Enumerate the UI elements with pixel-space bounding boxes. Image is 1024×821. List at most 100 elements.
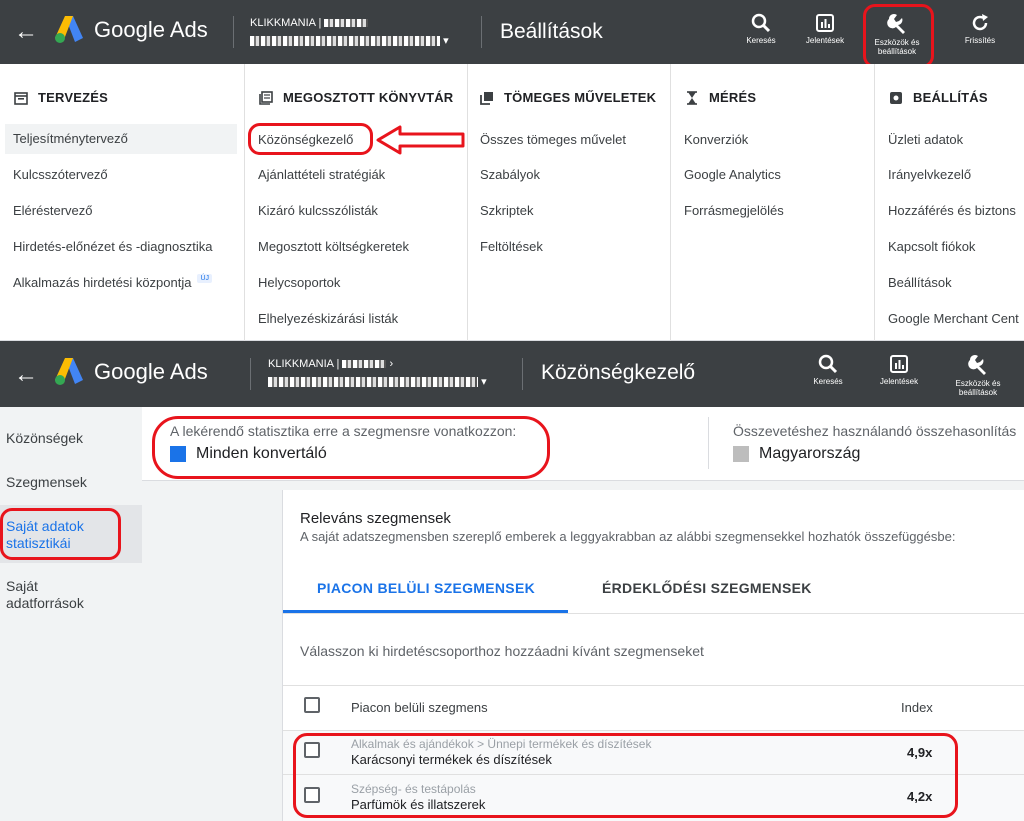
tool-label: Jelentések [879,377,919,386]
menu-item[interactable]: Üzleti adatok [888,132,963,147]
stat-segment-selector[interactable]: Minden konvertáló [170,445,327,463]
segment-color-swatch [170,446,186,462]
reports-icon [890,355,908,373]
sidebar-item-audiences[interactable]: Közönségek [6,430,83,447]
logo-text: Google Ads [94,359,208,384]
menu-item-audience-manager[interactable]: Közönségkezelő [258,132,353,147]
sidebar-item-own-data-insights[interactable]: Saját adatok statisztikái [6,518,106,552]
search-tool-button[interactable]: Keresés [731,13,791,45]
stat-segment-value: Minden konvertáló [196,445,327,462]
menu-item[interactable]: Kulcsszótervező [13,167,108,182]
menu-item[interactable]: Kizáró kulcsszólisták [258,203,378,218]
row-checkbox[interactable] [304,742,320,758]
sidebar-item-segments[interactable]: Szegmensek [6,474,87,491]
menu-column-setup: BEÁLLÍTÁS Üzleti adatok Irányelvkezelő H… [875,64,1024,341]
back-arrow-icon[interactable]: ← [14,20,38,44]
top-app-bar-audience-manager: ← Google Ads KLIKKMANIA | › ▾ Közönségke… [0,341,1024,407]
menu-item[interactable]: Kapcsolt fiókok [888,239,975,254]
menu-item[interactable]: Feltöltések [480,239,543,254]
wrench-icon [968,355,986,375]
column-header: TÖMEGES MŰVELETEK [480,90,656,105]
menu-item[interactable]: Teljesítménytervező [5,124,237,154]
search-icon [751,13,771,33]
menu-item[interactable]: Összes tömeges művelet [480,132,626,147]
hourglass-icon [687,90,697,105]
menu-item[interactable]: Hozzáférés és biztons [888,203,1016,218]
reports-tool-button[interactable]: Jelentések [795,13,855,45]
segment-index: 4,9x [907,745,933,760]
stat-segment-label: A lekérendő statisztika erre a szegmensr… [170,423,517,439]
column-header-text: MÉRÉS [709,90,757,105]
select-all-checkbox[interactable] [304,697,320,713]
google-ads-logo-icon [55,358,83,385]
account-selector[interactable]: KLIKKMANIA | ▾ [250,16,449,48]
stat-compare-value: Magyarország [759,445,861,462]
google-ads-logo[interactable]: Google Ads [54,358,208,386]
dropdown-arrow-icon: ▾ [481,376,487,388]
menu-item[interactable]: Forrásmegjelölés [684,203,784,218]
column-header: MEGOSZTOTT KÖNYVTÁR [259,90,453,105]
redacted-id [342,360,387,369]
segment-category: Szépség- és testápolás [351,782,476,796]
dropdown-arrow-icon: ▾ [443,35,449,47]
menu-item[interactable]: Helycsoportok [258,275,340,290]
sidebar: Közönségek Szegmensek Saját adatok stati… [0,407,142,821]
menu-column-bulk-actions: TÖMEGES MŰVELETEK Összes tömeges művelet… [468,64,670,341]
tool-label: Keresés [746,36,776,45]
menu-item[interactable]: Szkriptek [480,203,533,218]
search-tool-button[interactable]: Keresés [798,354,858,386]
redacted-account [250,36,440,47]
menu-item[interactable]: Irányelvkezelő [888,167,971,182]
menu-item[interactable]: Ajánlattételi stratégiák [258,167,385,182]
tab-in-market-segments[interactable]: PIACON BELÜLI SZEGMENSEK [317,580,535,596]
search-icon [818,354,838,374]
menu-item[interactable]: Konverziók [684,132,748,147]
row-checkbox[interactable] [304,787,320,803]
column-header-text: BEÁLLÍTÁS [913,90,988,105]
menu-item[interactable]: Hirdetés-előnézet és -diagnosztika [13,239,212,254]
column-header-text: TÖMEGES MŰVELETEK [504,90,657,105]
main-content: A lekérendő statisztika erre a szegmensr… [142,407,1024,821]
stat-compare-selector[interactable]: Magyarország [733,445,860,463]
menu-item[interactable]: Eléréstervező [13,203,92,218]
menu-item[interactable]: Megosztott költségkeretek [258,239,409,254]
menu-item[interactable]: Szabályok [480,167,540,182]
tools-settings-button[interactable]: Eszközök és beállítások [866,13,928,56]
menu-item[interactable]: Elhelyezéskizárási listák [258,311,398,326]
divider [233,16,234,48]
menu-item[interactable]: Beállítások [888,275,952,290]
tab-interest-segments[interactable]: ÉRDEKLŐDÉSI SZEGMENSEK [602,580,812,596]
copy-icon [480,91,493,105]
google-ads-logo-icon [55,16,83,43]
back-arrow-icon[interactable]: ← [14,363,38,387]
column-header-segment: Piacon belüli szegmens [351,700,488,715]
logo-text: Google Ads [94,17,208,42]
menu-column-measurement: MÉRÉS Konverziók Google Analytics Forrás… [671,64,874,341]
google-ads-logo[interactable]: Google Ads [54,16,208,44]
menu-column-planning: TERVEZÉS Teljesítménytervező Kulcsszóter… [0,64,244,341]
divider [481,16,482,48]
reports-tool-button[interactable]: Jelentések [869,354,929,386]
tool-label: Keresés [813,377,843,386]
menu-column-shared-library: MEGOSZTOTT KÖNYVTÁR Közönségkezelő Ajánl… [245,64,467,341]
reports-icon [816,14,834,32]
relevant-segments-card: Releváns szegmensek A saját adatszegmens… [282,490,1024,821]
menu-item[interactable]: Google Analytics [684,167,781,182]
sidebar-item-own-data-sources[interactable]: Saját adatforrások [6,578,106,612]
account-name: KLIKKMANIA | [268,358,343,370]
menu-item[interactable]: Google Merchant Cent [888,311,1019,326]
statistics-selector-bar: A lekérendő statisztika erre a szegmensr… [142,407,1024,481]
settings-box-icon [890,91,902,104]
tools-settings-button[interactable]: Eszközök és beállítások [946,354,1010,397]
new-badge: ÚJ [197,274,213,283]
tool-label: Eszközök és beállítások [874,38,920,56]
account-selector[interactable]: KLIKKMANIA | › ▾ [268,357,487,389]
top-app-bar: ← Google Ads KLIKKMANIA | ▾ Beállítások … [0,0,1024,64]
divider [708,417,709,469]
page-title: Beállítások [500,20,603,43]
refresh-tool-button[interactable]: Frissítés [950,13,1010,45]
redacted-id [324,19,369,28]
calendar-icon [14,91,28,105]
column-header: BEÁLLÍTÁS [889,90,988,105]
menu-item[interactable]: Alkalmazás hirdetési központja ÚJ [13,274,213,290]
